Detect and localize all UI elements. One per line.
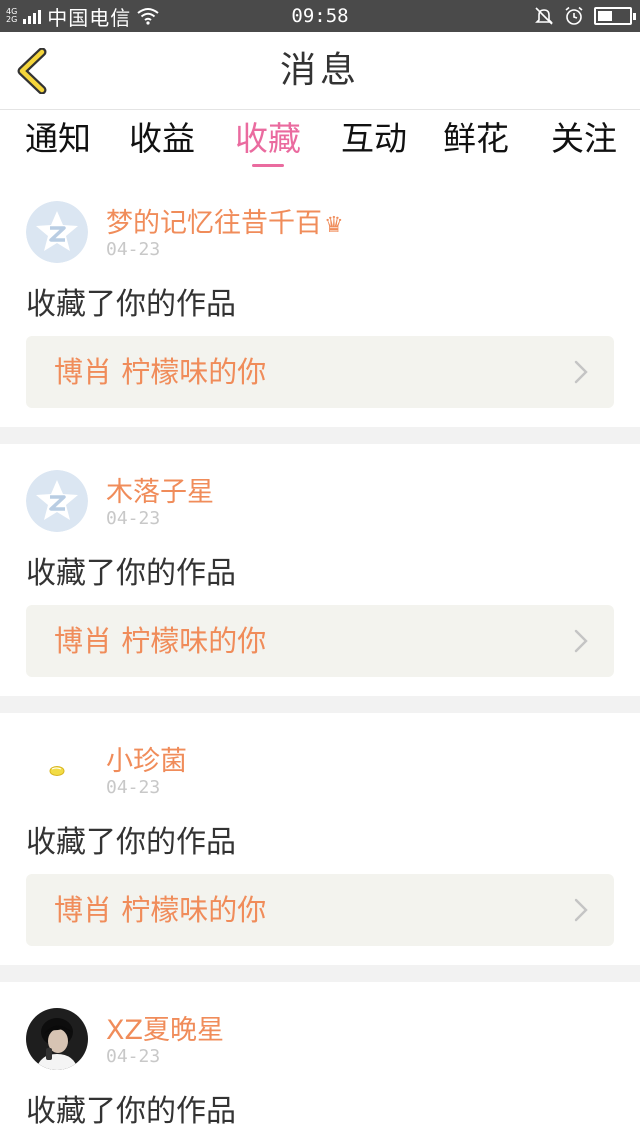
- message-date: 04-23: [106, 508, 161, 529]
- action-text: 收藏了你的作品: [26, 825, 236, 860]
- work-title: 博肖 柠檬味的你: [54, 355, 267, 389]
- avatar[interactable]: [26, 1008, 88, 1070]
- lemon-icon: [26, 739, 88, 801]
- status-bar: 4G 2G 中国电信 09:58: [0, 0, 640, 32]
- alarm-icon: [565, 6, 583, 25]
- tab-bar: 通知 收益 收藏 互动 鲜花 关注: [0, 111, 640, 173]
- work-link[interactable]: 博肖 柠檬味的你: [26, 874, 614, 946]
- qzone-default-icon: [26, 470, 88, 532]
- tab-earnings[interactable]: 收益: [112, 117, 212, 167]
- work-link[interactable]: 博肖 柠檬味的你: [26, 336, 614, 408]
- user-name-text: 梦的记忆往昔千百: [106, 208, 322, 239]
- message-card: XZ夏晚星 04-23 收藏了你的作品: [0, 982, 640, 1138]
- crown-icon: ♛: [324, 213, 344, 238]
- message-date: 04-23: [106, 1046, 161, 1067]
- chevron-right-icon: [574, 360, 588, 384]
- action-text: 收藏了你的作品: [26, 556, 236, 591]
- message-card: 小珍菌 04-23 收藏了你的作品 博肖 柠檬味的你: [0, 713, 640, 965]
- user-name[interactable]: 小珍菌: [106, 739, 187, 778]
- page-title: 消息: [279, 50, 360, 91]
- tab-follows[interactable]: 关注: [534, 117, 634, 167]
- status-right: [534, 0, 636, 32]
- battery-fill: [598, 11, 612, 21]
- message-date: 04-23: [106, 777, 161, 798]
- avatar[interactable]: [26, 470, 88, 532]
- tab-flowers[interactable]: 鲜花: [426, 117, 526, 167]
- message-date: 04-23: [106, 239, 161, 260]
- user-name[interactable]: XZ夏晚星: [106, 1008, 224, 1047]
- active-tab-indicator: [252, 164, 284, 167]
- user-name[interactable]: 木落子星: [106, 470, 214, 509]
- action-text: 收藏了你的作品: [26, 1094, 236, 1129]
- tab-favorites[interactable]: 收藏: [218, 117, 318, 167]
- chevron-right-icon: [574, 629, 588, 653]
- avatar[interactable]: [26, 201, 88, 263]
- tab-interactions[interactable]: 互动: [324, 117, 424, 167]
- card-divider: [0, 965, 640, 982]
- work-title: 博肖 柠檬味的你: [54, 624, 267, 658]
- message-card: 梦的记忆往昔千百♛ 04-23 收藏了你的作品 博肖 柠檬味的你: [0, 173, 640, 427]
- card-divider: [0, 427, 640, 444]
- card-divider: [0, 696, 640, 713]
- user-name[interactable]: 梦的记忆往昔千百♛: [106, 201, 344, 240]
- tab-notifications[interactable]: 通知: [8, 117, 108, 167]
- bell-muted-icon: [535, 7, 553, 25]
- avatar[interactable]: [26, 739, 88, 801]
- message-card: 木落子星 04-23 收藏了你的作品 博肖 柠檬味的你: [0, 444, 640, 696]
- header: 消息: [0, 32, 640, 110]
- photo-avatar: [26, 1008, 88, 1070]
- chevron-right-icon: [574, 898, 588, 922]
- action-text: 收藏了你的作品: [26, 287, 236, 322]
- battery-icon: [594, 7, 636, 25]
- work-title: 博肖 柠檬味的你: [54, 893, 267, 927]
- work-link[interactable]: 博肖 柠檬味的你: [26, 605, 614, 677]
- qzone-default-icon: [26, 201, 88, 263]
